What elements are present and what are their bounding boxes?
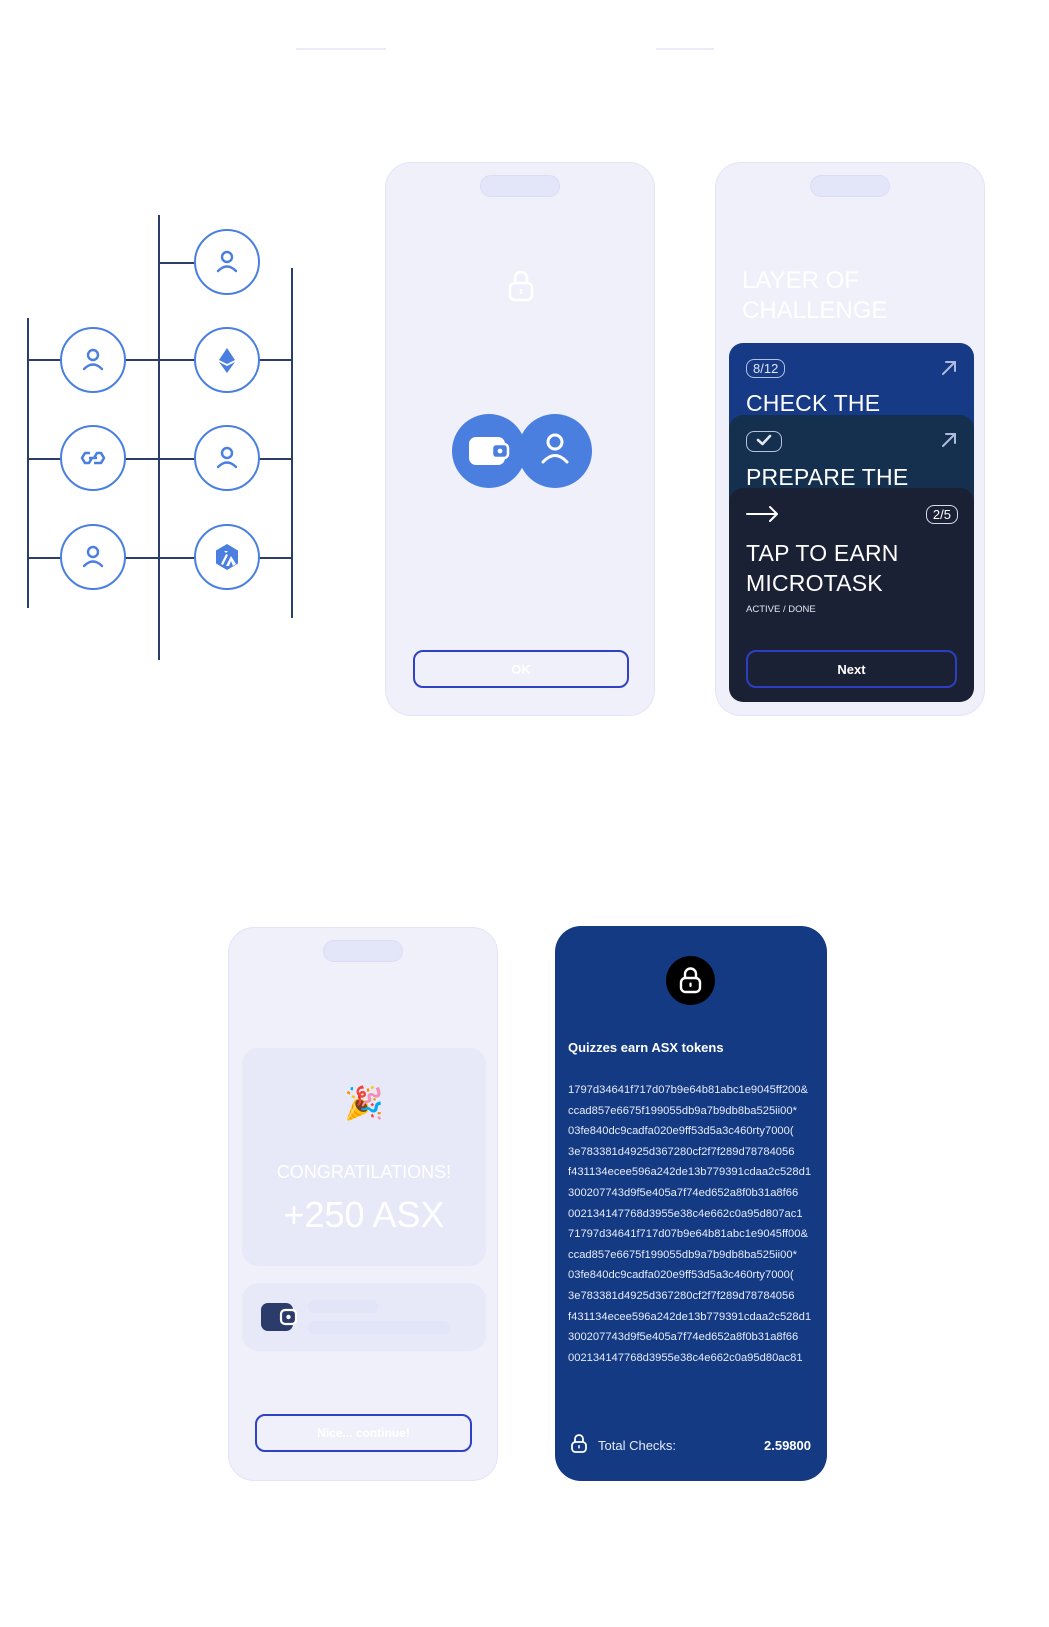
lock-badge [666, 956, 715, 1005]
wallet-row [242, 1283, 486, 1351]
user-icon [82, 348, 104, 371]
network-node-user [60, 524, 126, 590]
token-heading: Quizzes earn ASX tokens [568, 1040, 724, 1055]
wallet-icon [469, 437, 510, 465]
hash-line: 300207743d9f5e405a7f74ed652a8f0b31a8f66 [568, 1186, 799, 1199]
arrow-right-icon [746, 506, 778, 522]
total-value: 2.59800 [764, 1438, 811, 1453]
hash-line: ccad857e6675f199055db9a7b9db8ba525ii00* [568, 1104, 797, 1117]
hash-line: 03fe840dc9cadfa020e9ff53d5a3c460rty7000( [568, 1269, 794, 1282]
user-icon [216, 250, 238, 273]
phone-notch [480, 175, 560, 197]
total-label: Total Checks: [598, 1438, 677, 1453]
hash-line: 1797d34641f717d07b9e64b81abc1e9045ff200& [568, 1084, 808, 1096]
challenge-card-active: 2/5 TAP TO EARN MICROTASK ACTIVE / DONE … [729, 488, 974, 702]
party-popper-icon: 🎉 [344, 1085, 384, 1121]
connect-screen: OK [385, 162, 655, 716]
challenge-screen: LAYER OF CHALLENGE 8/12 CHECK THE PREPAR… [715, 162, 985, 716]
hash-line: 71797d34641f717d07b9e64b81abc1e9045ff00& [568, 1228, 808, 1241]
network-line [158, 262, 194, 264]
hash-line: 300207743d9f5e405a7f74ed652a8f0b31a8f66 [568, 1331, 799, 1344]
wallet-icon [261, 1303, 297, 1331]
congrats-text: CONGRATILATIONS! [276, 1162, 452, 1182]
phone-notch [810, 175, 890, 197]
network-node-ethereum [194, 327, 260, 393]
placeholder-bar [308, 1300, 378, 1313]
lock-icon [571, 1434, 587, 1453]
hash-line: 002134147768d3955e38c4e662c0a95d807ac1 [568, 1207, 803, 1220]
continue-button[interactable]: Nice... continue! [255, 1414, 472, 1452]
challenge-title-line2: CHALLENGE [742, 297, 888, 324]
lock-icon [679, 967, 702, 994]
network-node-user [60, 327, 126, 393]
progress-badge: 2/5 [925, 505, 958, 524]
hash-line: 3e783381d4925d367280cf2f7f289d78784056 [568, 1145, 795, 1158]
hash-line: ccad857e6675f199055db9a7b9db8ba525ii00* [568, 1248, 797, 1261]
arrow-up-right-icon[interactable] [940, 359, 958, 377]
card-title-line1: TAP TO EARN [746, 540, 899, 566]
user-circle [518, 414, 592, 488]
network-line [291, 268, 293, 618]
challenge-title-line1: LAYER OF [742, 267, 859, 294]
card-title-line2: MICROTASK [746, 570, 883, 596]
network-node-user [194, 229, 260, 295]
ethereum-icon [219, 348, 235, 373]
hash-line: f431134ecee596a242de13b779391cdaa2c528d1 [568, 1310, 812, 1323]
next-button[interactable]: Next [746, 650, 957, 688]
arbitrum-icon [216, 544, 238, 570]
hash-line: 03fe840dc9cadfa020e9ff53d5a3c460rty7000( [568, 1125, 794, 1138]
network-node-polygon [60, 425, 126, 491]
wallet-circle [452, 414, 526, 488]
card-status: ACTIVE / DONE [746, 604, 816, 615]
check-icon [756, 434, 772, 446]
polygon-icon [80, 451, 106, 465]
network-line [27, 318, 29, 608]
placeholder-bar [308, 1321, 450, 1334]
step-connector [296, 48, 386, 50]
challenge-title: LAYER OF CHALLENGE [742, 266, 887, 326]
ok-button[interactable]: OK [413, 650, 629, 688]
network-line [158, 215, 160, 660]
card-title: CHECK THE [746, 390, 881, 416]
reward-screen: 🎉 CONGRATILATIONS! +250 ASX Nice... cont… [228, 927, 498, 1481]
step-connector [656, 48, 714, 50]
hash-line: 3e783381d4925d367280cf2f7f289d78784056 [568, 1289, 795, 1302]
network-node-arbitrum [194, 524, 260, 590]
check-badge [746, 431, 782, 452]
reward-panel: 🎉 CONGRATILATIONS! +250 ASX [242, 1048, 486, 1266]
network-node-user [194, 425, 260, 491]
token-screen: Quizzes earn ASX tokens 1797d34641f717d0… [555, 926, 827, 1481]
user-icon [82, 545, 104, 568]
progress-badge: 8/12 [746, 359, 786, 378]
hash-line: 002134147768d3955e38c4e662c0a95d80ac81 [568, 1351, 803, 1364]
hash-line: f431134ecee596a242de13b779391cdaa2c528d1 [568, 1166, 812, 1179]
user-icon [541, 433, 569, 464]
phone-notch [323, 940, 403, 962]
arrow-up-right-icon[interactable] [940, 431, 958, 449]
lock-icon [508, 270, 534, 302]
hash-list: 1797d34641f717d07b9e64b81abc1e9045ff200&… [568, 1080, 814, 1368]
reward-amount: +250 ASX [283, 1194, 445, 1235]
user-icon [216, 446, 238, 469]
